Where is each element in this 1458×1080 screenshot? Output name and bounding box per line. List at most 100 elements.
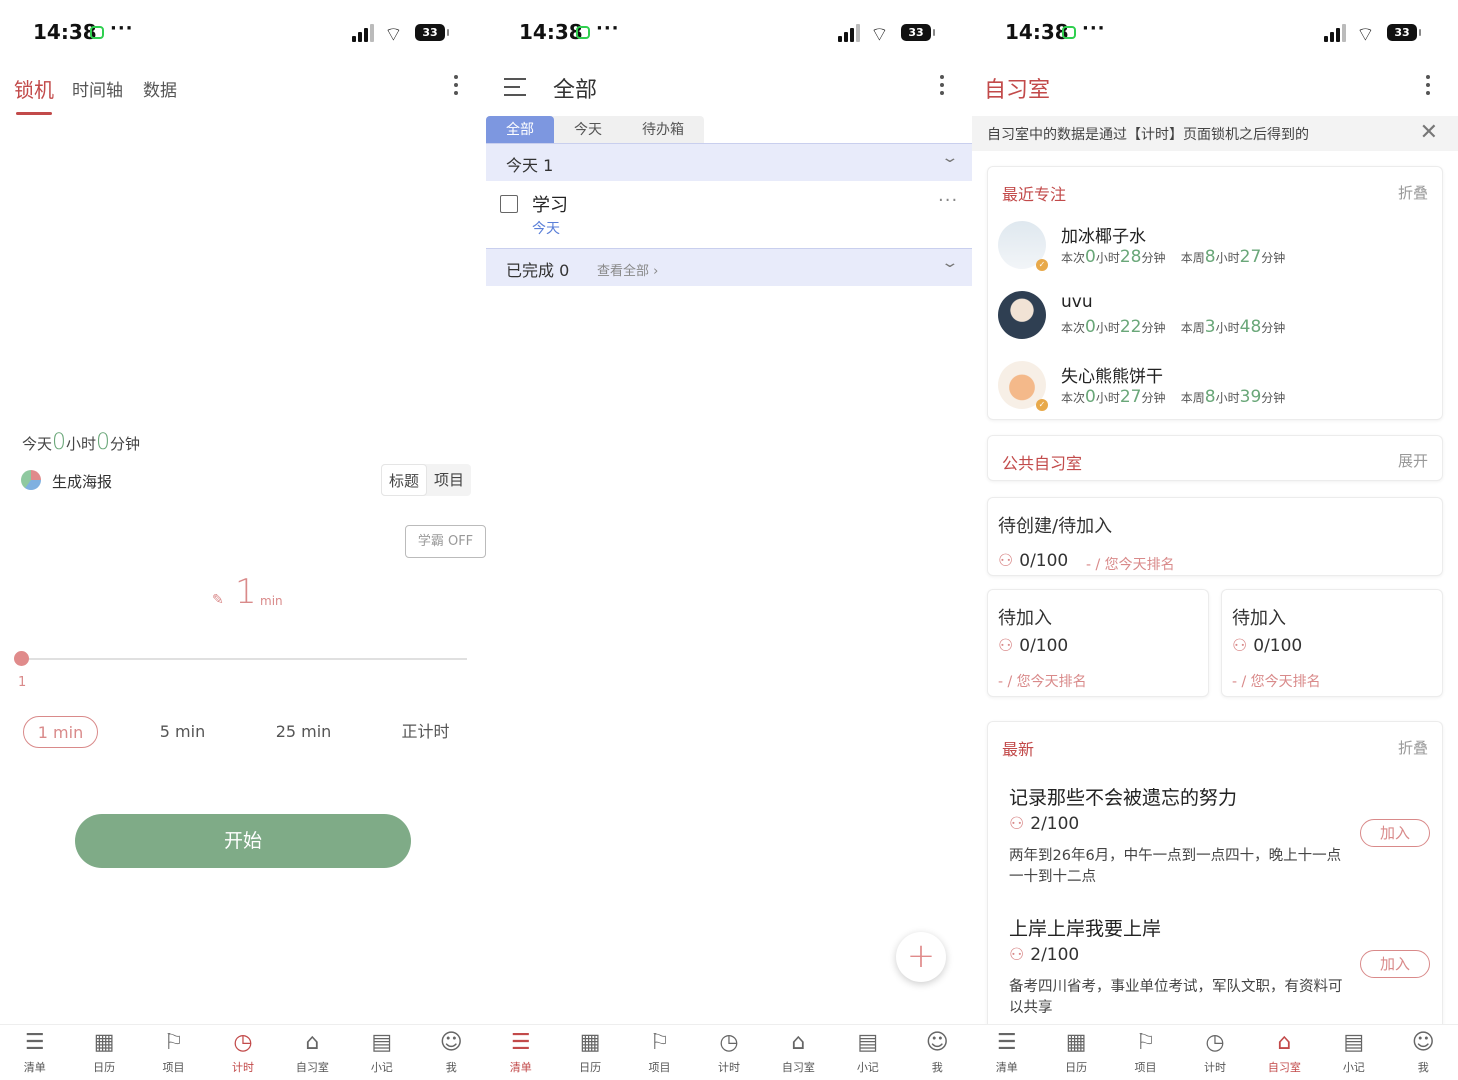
close-icon[interactable]: ✕: [1420, 120, 1438, 145]
menu-icon[interactable]: [504, 78, 526, 96]
nav-project[interactable]: ⚐ 项目: [1111, 1025, 1180, 1080]
task-title[interactable]: 学习: [532, 191, 568, 217]
nav-calendar[interactable]: ▦ 日历: [1041, 1025, 1110, 1080]
edit-icon[interactable]: ✎: [212, 592, 224, 608]
more-menu-icon[interactable]: [1423, 72, 1433, 102]
task-checkbox[interactable]: [500, 195, 518, 213]
nav-study-room[interactable]: ⌂ 自习室: [1250, 1025, 1319, 1080]
expand-button[interactable]: 展开: [1398, 450, 1428, 471]
nav-timer[interactable]: ◷ 计时: [208, 1025, 277, 1080]
duration-slider-handle[interactable]: [14, 651, 29, 666]
preset-25min[interactable]: 25 min: [266, 716, 341, 748]
user-stats: 本次0小时27分钟 本周8小时39分钟: [1061, 387, 1285, 407]
bottom-nav: ☰ 清单 ▦ 日历 ⚐ 项目 ◷ 计时 ⌂ 自习室 ▤ 小记 ☺ 我: [486, 1024, 972, 1080]
room-rank: - / 您今天排名: [998, 674, 1087, 690]
room-title: 待创建/待加入: [998, 516, 1113, 537]
room-count: ⚇ 0/100: [1232, 636, 1302, 656]
tab-indicator: [16, 112, 52, 115]
nav-notes[interactable]: ▤ 小记: [347, 1025, 416, 1080]
status-time: 14:38: [1005, 20, 1069, 44]
people-icon: ⚇: [1232, 636, 1248, 656]
project-icon: ⚐: [1135, 1030, 1156, 1055]
project-icon: ⚐: [649, 1030, 670, 1055]
nav-list[interactable]: ☰ 清单: [972, 1025, 1041, 1080]
user-name: uvu: [1061, 292, 1093, 312]
card-title: 最近专注: [1002, 185, 1067, 204]
seg-project[interactable]: 项目: [427, 464, 471, 496]
nav-timer[interactable]: ◷ 计时: [1180, 1025, 1249, 1080]
cur-label: 本次: [1061, 391, 1086, 405]
nav-me[interactable]: ☺ 我: [1389, 1025, 1458, 1080]
calendar-icon: ▦: [579, 1030, 601, 1055]
generate-poster-link[interactable]: 生成海报: [52, 471, 112, 492]
room-rank: - / 您今天排名: [1086, 557, 1175, 573]
room-card[interactable]: 待加入 ⚇ 0/100 - / 您今天排名: [987, 589, 1209, 697]
room-card[interactable]: 待创建/待加入 ⚇ 0/100 - / 您今天排名: [987, 497, 1443, 576]
nav-list[interactable]: ☰ 清单: [0, 1025, 69, 1080]
nav-list[interactable]: ☰ 清单: [486, 1025, 555, 1080]
xueba-toggle[interactable]: 学霸 OFF: [405, 525, 486, 558]
public-room-card[interactable]: 公共自习室 展开: [987, 435, 1443, 481]
nav-project[interactable]: ⚐ 项目: [625, 1025, 694, 1080]
group-today-header[interactable]: 今天 1 ⌄: [486, 143, 972, 181]
task-more-icon[interactable]: ···: [938, 190, 958, 211]
timer-icon: ◷: [233, 1030, 253, 1055]
h-unit: 小时: [1095, 391, 1120, 405]
nav-me[interactable]: ☺ 我: [903, 1025, 972, 1080]
tab-lock[interactable]: 锁机: [14, 74, 54, 103]
join-button[interactable]: 加入: [1360, 819, 1430, 847]
group-done-header[interactable]: 已完成 0 ⌄: [486, 248, 972, 286]
room-rank: - / 您今天排名: [1232, 674, 1321, 690]
week-minutes: 48: [1239, 317, 1262, 337]
verified-icon: ✓: [1036, 259, 1048, 271]
start-button[interactable]: 开始: [75, 814, 411, 868]
nav-me[interactable]: ☺ 我: [417, 1025, 486, 1080]
nav-calendar[interactable]: ▦ 日历: [69, 1025, 138, 1080]
nav-notes[interactable]: ▤ 小记: [833, 1025, 902, 1080]
title-project-toggle[interactable]: 标题 项目: [381, 464, 471, 496]
nav-study-room[interactable]: ⌂ 自习室: [764, 1025, 833, 1080]
tab-data[interactable]: 数据: [143, 76, 177, 101]
m-unit: 分钟: [1261, 251, 1286, 265]
more-menu-icon[interactable]: [937, 72, 947, 102]
join-button[interactable]: 加入: [1360, 950, 1430, 978]
more-menu-icon[interactable]: [451, 72, 461, 102]
list-icon: ☰: [510, 1030, 531, 1055]
bottom-nav: ☰ 清单 ▦ 日历 ⚐ 项目 ◷ 计时 ⌂ 自习室 ▤ 小记 ☺ 我: [0, 1024, 486, 1080]
room-title[interactable]: 记录那些不会被遗忘的努力: [1009, 783, 1237, 810]
seg-title[interactable]: 标题: [381, 464, 427, 496]
duration-slider-track[interactable]: [21, 658, 467, 660]
nav-calendar[interactable]: ▦ 日历: [555, 1025, 624, 1080]
nav-project[interactable]: ⚐ 项目: [139, 1025, 208, 1080]
collapse-button[interactable]: 折叠: [1398, 737, 1428, 758]
add-task-button[interactable]: +: [896, 932, 946, 982]
bottom-nav: ☰ 清单 ▦ 日历 ⚐ 项目 ◷ 计时 ⌂ 自习室 ▤ 小记 ☺ 我: [972, 1024, 1458, 1080]
user-name: 失心熊熊饼干: [1061, 367, 1163, 387]
tab-all[interactable]: 全部: [486, 116, 554, 144]
preset-1min[interactable]: 1 min: [23, 716, 98, 748]
cur-hours: 0: [1085, 247, 1096, 267]
room-card[interactable]: 待加入 ⚇ 0/100 - / 您今天排名: [1221, 589, 1443, 697]
battery-icon: 33: [1387, 24, 1421, 41]
list-icon: ☰: [24, 1030, 45, 1055]
preset-count-up[interactable]: 正计时: [388, 716, 463, 748]
room-count-value: 2/100: [1030, 814, 1080, 834]
nav-study-room[interactable]: ⌂ 自习室: [278, 1025, 347, 1080]
tab-inbox[interactable]: 待办箱: [622, 116, 704, 144]
profile-icon: ☺: [439, 1030, 463, 1055]
h-unit: 小时: [1095, 251, 1120, 265]
m-unit: 分钟: [1141, 391, 1166, 405]
pie-chart-icon[interactable]: [21, 470, 41, 490]
room-title[interactable]: 上岸上岸我要上岸: [1009, 914, 1161, 941]
status-dots: ···: [110, 18, 134, 39]
view-all-link[interactable]: 查看全部 ›: [597, 260, 658, 279]
tab-timeline[interactable]: 时间轴: [72, 76, 123, 101]
tab-today[interactable]: 今天: [554, 116, 622, 144]
nav-notes[interactable]: ▤ 小记: [1319, 1025, 1388, 1080]
nav-timer[interactable]: ◷ 计时: [694, 1025, 763, 1080]
cur-label: 本次: [1061, 321, 1086, 335]
avatar[interactable]: [998, 291, 1046, 339]
preset-5min[interactable]: 5 min: [145, 716, 220, 748]
collapse-button[interactable]: 折叠: [1398, 182, 1428, 203]
week-hours: 8: [1204, 247, 1216, 267]
